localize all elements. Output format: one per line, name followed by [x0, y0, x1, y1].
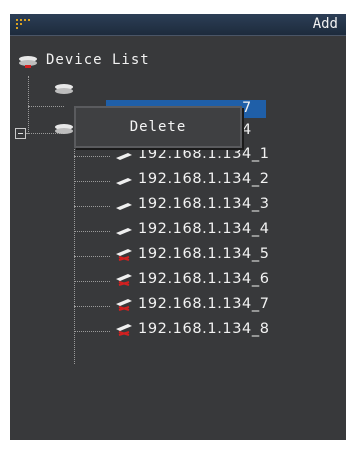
child-device-label: 192.168.1.134_4 [138, 221, 270, 237]
child-device-label: 192.168.1.134_5 [138, 246, 270, 262]
camera-online-icon [116, 228, 132, 235]
tree-connector [74, 231, 110, 232]
tree-root-label: Device List [46, 52, 150, 68]
tree-connector [74, 281, 110, 282]
group-node-2-label: 4 [242, 122, 252, 138]
panel-titlebar: Add [10, 14, 346, 36]
device-list-panel: Add Device List 7 4 192.168.1.134_1 192.… [10, 14, 346, 440]
child-device-label: 192.168.1.134_8 [138, 321, 270, 337]
tree-connector [74, 181, 110, 182]
camera-offline-icon [116, 299, 132, 311]
add-button[interactable]: Add [313, 16, 338, 33]
child-device-label: 192.168.1.134_7 [138, 296, 270, 312]
device-tree: Device List 7 4 192.168.1.134_1 192.168.… [10, 36, 346, 440]
tree-connector [74, 156, 110, 157]
tree-connector [74, 306, 110, 307]
child-device-label: 192.168.1.134_3 [138, 196, 270, 212]
camera-offline-icon [116, 249, 132, 261]
camera-online-icon [116, 153, 132, 160]
camera-offline-icon [116, 324, 132, 336]
device-group-icon [55, 124, 73, 134]
selected-node-label: 7 [242, 100, 252, 116]
context-menu: Delete [74, 106, 242, 148]
delete-menu-item[interactable]: Delete [76, 108, 240, 146]
tree-connector [28, 76, 29, 134]
child-device-label: 192.168.1.134_1 [138, 146, 270, 162]
device-group-icon [55, 84, 73, 94]
grip-dots-icon[interactable] [16, 19, 30, 29]
collapse-minus-icon[interactable] [15, 128, 26, 139]
child-device-label: 192.168.1.134_2 [138, 171, 270, 187]
tree-connector [74, 256, 110, 257]
tree-connector [28, 106, 64, 107]
camera-online-icon [116, 203, 132, 210]
tree-connector [74, 331, 110, 332]
camera-online-icon [116, 178, 132, 185]
child-device-label: 192.168.1.134_6 [138, 271, 270, 287]
device-group-icon [19, 56, 37, 68]
tree-connector [74, 206, 110, 207]
camera-offline-icon [116, 274, 132, 286]
